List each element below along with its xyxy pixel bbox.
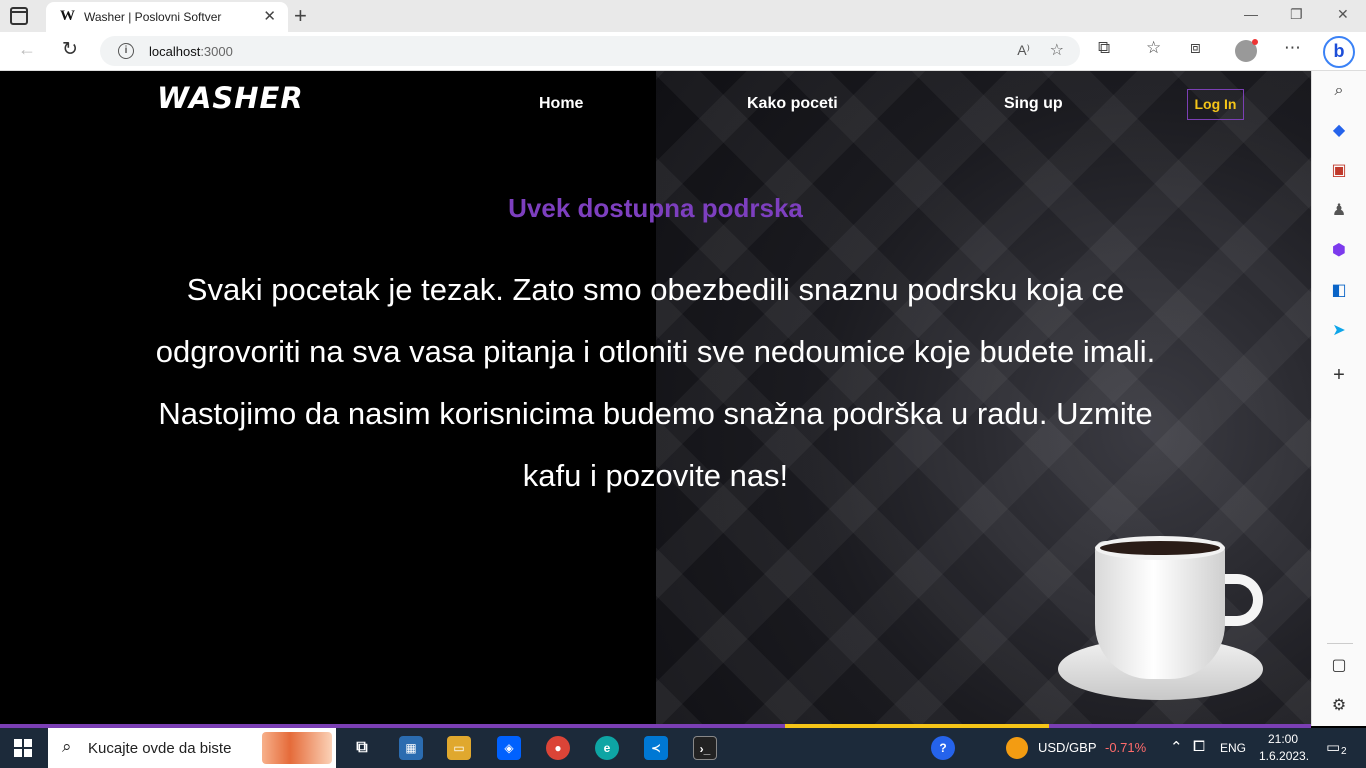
tab-actions-icon[interactable] [10,7,28,25]
profile-notification-dot [1252,39,1258,45]
search-highlight-image [262,732,332,764]
login-button[interactable]: Log In [1187,89,1244,120]
tab-title: Washer | Poslovni Softver [84,10,222,24]
read-aloud-icon[interactable]: A⁾ [1017,42,1030,59]
sidebar-divider [1327,643,1353,644]
favorites-icon[interactable]: ☆ [1146,38,1161,58]
clock-time[interactable]: 21:00 [1268,732,1298,746]
url-port: :3000 [200,44,233,59]
collections-icon[interactable]: ⧈ [1190,38,1201,58]
search-icon[interactable]: ⌕ [1329,81,1349,101]
site-info-icon[interactable]: i [118,43,134,59]
notifications-count: 2 [1341,746,1347,757]
ticker-label[interactable]: USD/GBP [1038,740,1097,755]
cup-body-shape [1095,541,1225,679]
network-icon[interactable]: ⧠ [1193,738,1205,755]
browser-tab-bar: W Washer | Poslovni Softver ✕ + — ❐ ✕ [0,0,1366,32]
send-icon[interactable]: ➤ [1329,321,1349,341]
brand-logo[interactable]: WASHER [157,81,304,115]
chrome-icon[interactable]: ● [546,736,570,760]
task-view-icon[interactable]: ⧉ [350,736,374,760]
back-arrow-icon[interactable]: ← [18,39,36,60]
reload-icon[interactable]: ↻ [62,38,78,61]
cup-coffee-shape [1095,536,1225,560]
taskbar-search-box[interactable]: ⌕ Kucajte ovde da biste [48,728,336,768]
nav-sign-up-link[interactable]: Sing up [1004,95,1063,113]
browser-toolbar: ← ↻ i localhost:3000 A⁾ ☆ ⧉ ☆ ⧈ ⋯ b [0,32,1366,71]
browser-tab-active[interactable]: W Washer | Poslovni Softver ✕ [46,2,288,32]
close-tab-icon[interactable]: ✕ [263,7,276,25]
file-explorer-icon[interactable]: ▭ [447,736,471,760]
nav-home-link[interactable]: Home [539,95,583,113]
currency-ticker-icon[interactable] [1006,737,1028,759]
split-screen-icon[interactable]: ▢ [1329,656,1349,676]
section-body-text: Svaki pocetak je tezak. Zato smo obezbed… [155,272,1156,493]
more-menu-icon[interactable]: ⋯ [1284,38,1301,58]
minimize-icon[interactable]: — [1244,6,1258,22]
plus-icon[interactable]: + [1329,365,1349,385]
chess-icon[interactable]: ♟ [1329,201,1349,221]
language-indicator[interactable]: ENG [1220,741,1246,755]
dropbox-icon[interactable]: ◈ [497,736,521,760]
settings-icon[interactable]: ⚙ [1329,696,1349,716]
notifications-icon[interactable]: ▭ [1326,738,1340,756]
ticker-value[interactable]: -0.71% [1105,740,1146,755]
web-page: WASHER Home Kako poceti Sing up Log In U… [0,71,1311,726]
url-text[interactable]: localhost:3000 [149,44,233,59]
address-bar[interactable]: i localhost:3000 A⁾ ☆ [100,36,1080,66]
store-icon[interactable]: ▦ [399,736,423,760]
extensions-icon[interactable]: ⧉ [1098,38,1110,58]
terminal-icon[interactable]: ›_ [693,736,717,760]
coffee-cup-illustration [1058,536,1268,706]
clock-date[interactable]: 1.6.2023. [1259,749,1309,763]
section-headline: Uvek dostupna podrska [508,193,803,223]
tray-chevron-icon[interactable]: ⌃ [1170,738,1183,756]
tab-favicon: W [60,8,75,24]
add-favorite-icon[interactable]: ☆ [1050,40,1064,60]
url-host: localhost [149,44,201,59]
edge-sidebar: ⌕ ◆ ▣ ♟ ⬢ ◧ ➤ + ▢ ⚙ [1311,71,1366,726]
windows-start-icon[interactable] [14,739,32,757]
bing-copilot-icon[interactable]: b [1323,36,1355,68]
outlook-icon[interactable]: ◧ [1329,281,1349,301]
nav-how-to-start-link[interactable]: Kako poceti [747,95,838,113]
search-icon: ⌕ [62,737,72,756]
tag-icon[interactable]: ◆ [1329,121,1349,141]
edge-icon[interactable]: e [595,736,619,760]
close-window-icon[interactable]: ✕ [1337,6,1349,23]
vscode-icon[interactable]: ≺ [644,736,668,760]
restore-icon[interactable]: ❐ [1290,6,1303,23]
help-icon[interactable]: ? [931,736,955,760]
windows-taskbar: ⌕ Kucajte ovde da biste ⧉ ▦ ▭ ◈ ● e ≺ ›_… [0,728,1366,768]
office-icon[interactable]: ⬢ [1329,241,1349,261]
taskbar-search-placeholder: Kucajte ovde da biste [88,740,232,757]
new-tab-icon[interactable]: + [294,3,307,29]
briefcase-icon[interactable]: ▣ [1329,161,1349,181]
